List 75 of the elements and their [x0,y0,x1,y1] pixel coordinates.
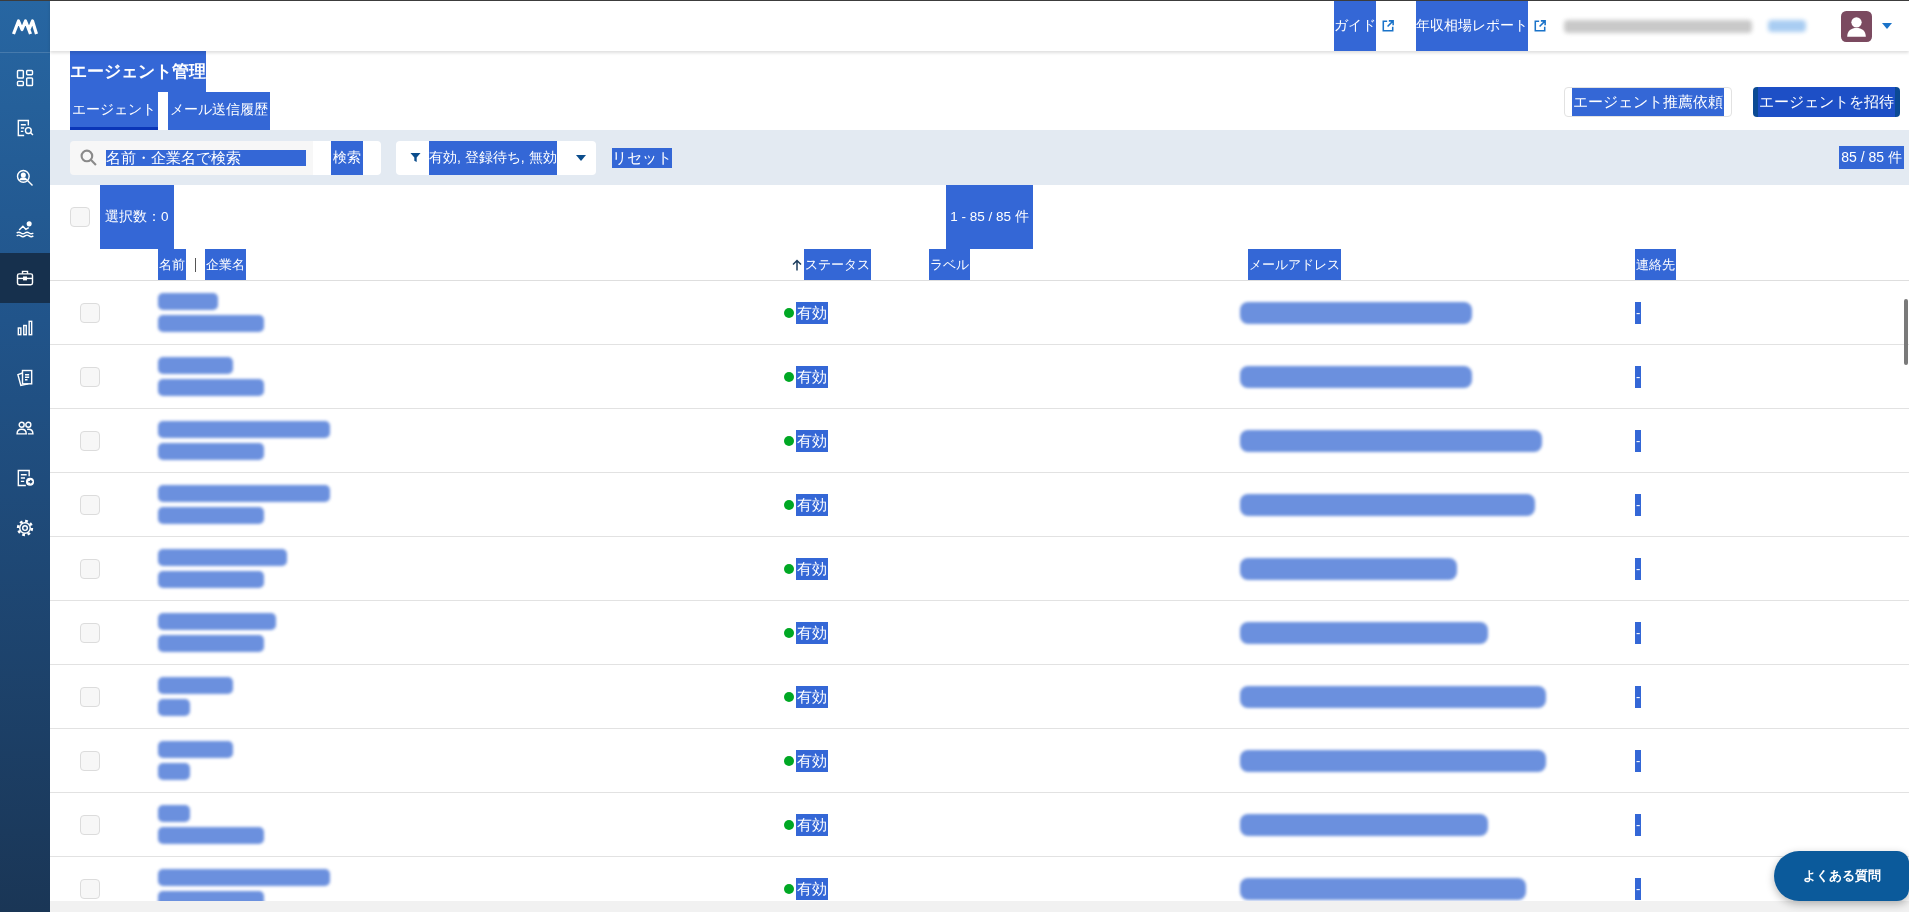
contact-text: - [1635,301,1642,324]
people-icon [15,418,35,438]
blurred-name [158,293,218,310]
row-checkbox[interactable] [80,366,100,387]
row-checkbox[interactable] [80,622,100,643]
status-text: 有効 [796,621,828,644]
status-text: 有効 [796,493,828,516]
page-title: エージェント管理 [70,51,206,92]
row-checkbox[interactable] [80,814,100,835]
contact-text: - [1635,685,1642,708]
search-field[interactable]: 名前・企業名で検索 [70,140,313,175]
caret-icon[interactable] [1882,23,1892,29]
status-text: 有効 [796,301,828,324]
sidebar-item[interactable] [0,253,50,303]
result-count: 85 / 85 件 [1839,146,1904,169]
bar-chart-icon [15,318,35,338]
column-header[interactable]: 企業名 [205,249,246,280]
row-checkbox[interactable] [80,430,100,451]
blurred-company [158,763,190,780]
status-text: 有効 [796,685,828,708]
contact-text: - [1635,621,1642,644]
document-export-icon [15,468,35,488]
contact-text: - [1635,557,1642,580]
column-header[interactable]: メールアドレス [1248,249,1341,280]
status-filter-dropdown[interactable]: 有効, 登録待ち, 無効 [396,140,596,175]
tab[interactable]: エージェント [70,92,158,130]
column-header[interactable]: 名前 [158,249,186,280]
contact-text: - [1635,429,1642,452]
blurred-company [158,699,190,716]
avatar-icon[interactable] [1841,10,1872,42]
search-button[interactable]: 検索 [313,140,381,175]
blurred-name [158,805,190,822]
row-checkbox[interactable] [80,494,100,515]
reset-link[interactable]: リセット [612,147,672,168]
caret-icon [576,154,586,161]
row-checkbox[interactable] [80,302,100,323]
external-link-icon [1382,20,1394,32]
contact-text: - [1635,749,1642,772]
status-text: 有効 [796,429,828,452]
action-button[interactable]: エージェントを招待 [1753,87,1900,117]
scrollbar-thumb[interactable] [1904,299,1908,365]
filter-icon [410,152,421,163]
row-checkbox[interactable] [80,878,100,899]
person-search-icon [15,168,35,188]
row-checkbox[interactable] [80,686,100,707]
status-text: 有効 [796,877,828,900]
swimmer-icon [15,218,35,238]
status-text: 有効 [796,813,828,836]
briefcase-icon [15,268,35,288]
selection-count: 選択数：0 [100,185,174,249]
status-text: 有効 [796,557,828,580]
row-checkbox[interactable] [80,558,100,579]
column-header[interactable]: 連絡先 [1635,249,1676,280]
grid-icon [15,68,35,88]
sort-up-arrow-icon [792,258,802,271]
external-link-icon [1534,20,1546,32]
select-all-checkbox[interactable] [70,207,90,227]
action-button[interactable]: エージェント推薦依頼 [1564,87,1732,117]
settings-icon [15,518,35,538]
contact-text: - [1635,365,1642,388]
row-checkbox[interactable] [80,750,100,771]
search-icon [80,149,97,166]
faq-button[interactable]: よくある質問 [1774,851,1909,901]
document-search-icon [15,118,35,138]
pagination-range: 1 - 85 / 85 件 [946,185,1033,249]
status-text: 有効 [796,365,828,388]
tab[interactable]: メール送信履歴 [168,92,270,130]
column-header[interactable]: ラベル [929,249,970,280]
contact-text: - [1635,493,1642,516]
status-text: 有効 [796,749,828,772]
logo-icon[interactable] [12,18,38,35]
contact-text: - [1635,877,1642,900]
contact-text: - [1635,813,1642,836]
blurred-user-name [1768,20,1806,32]
documents-icon [15,368,35,388]
